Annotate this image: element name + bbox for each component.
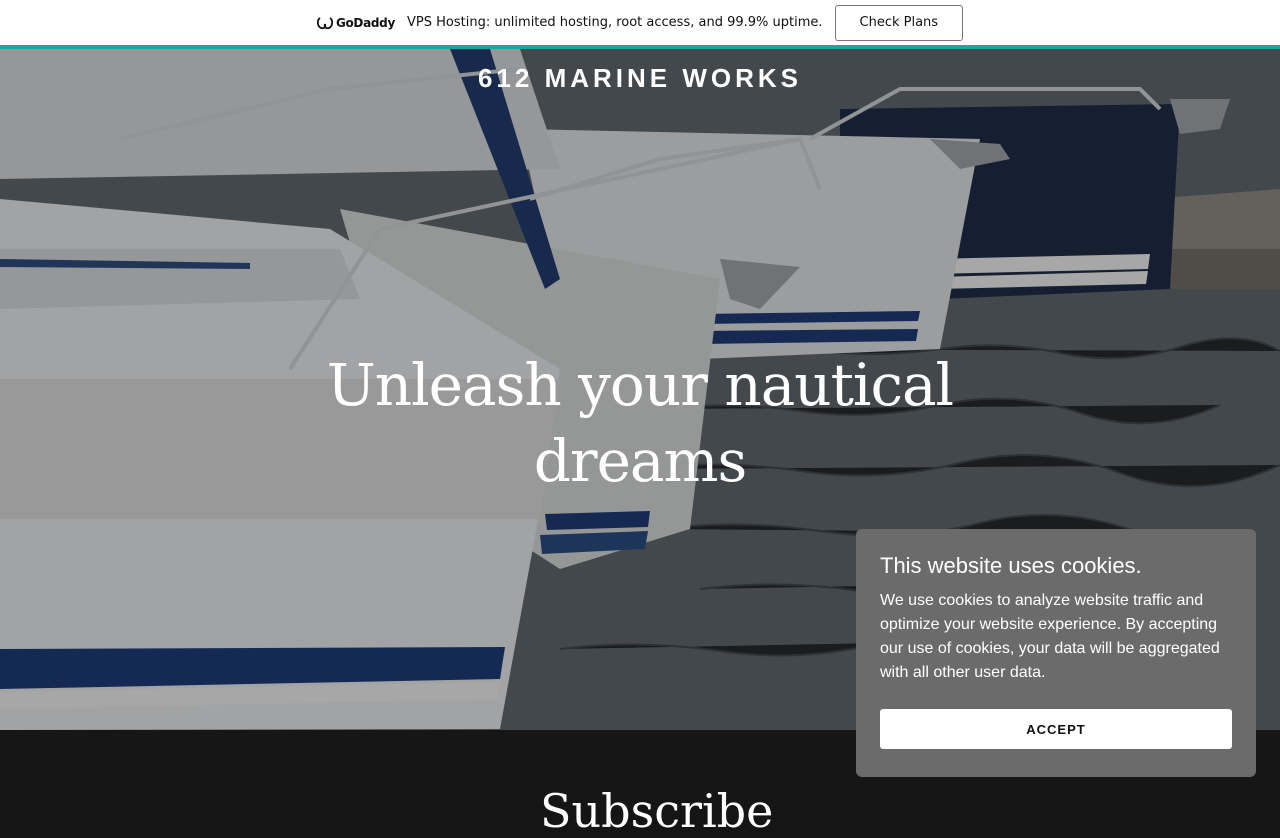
promo-text: VPS Hosting: unlimited hosting, root acc… [407,15,823,30]
cookie-consent-dialog: This website uses cookies. We use cookie… [856,529,1256,777]
godaddy-logo-text: GoDaddy [335,15,395,30]
site-title[interactable]: 612 MARINE WORKS [0,63,1280,94]
check-plans-button[interactable]: Check Plans [834,4,964,41]
cookie-dialog-body: We use cookies to analyze website traffi… [880,592,1220,681]
hero-headline: Unleash your nautical dreams [326,351,954,495]
cookie-dialog-title: This website uses cookies. [880,553,1142,578]
accept-cookies-button[interactable]: ACCEPT [880,709,1232,749]
promo-banner: GoDaddy VPS Hosting: unlimited hosting, … [0,0,1280,45]
section-heading: Subscribe [540,784,774,838]
godaddy-logo-icon [316,16,333,29]
godaddy-logo[interactable]: GoDaddy [316,15,395,30]
